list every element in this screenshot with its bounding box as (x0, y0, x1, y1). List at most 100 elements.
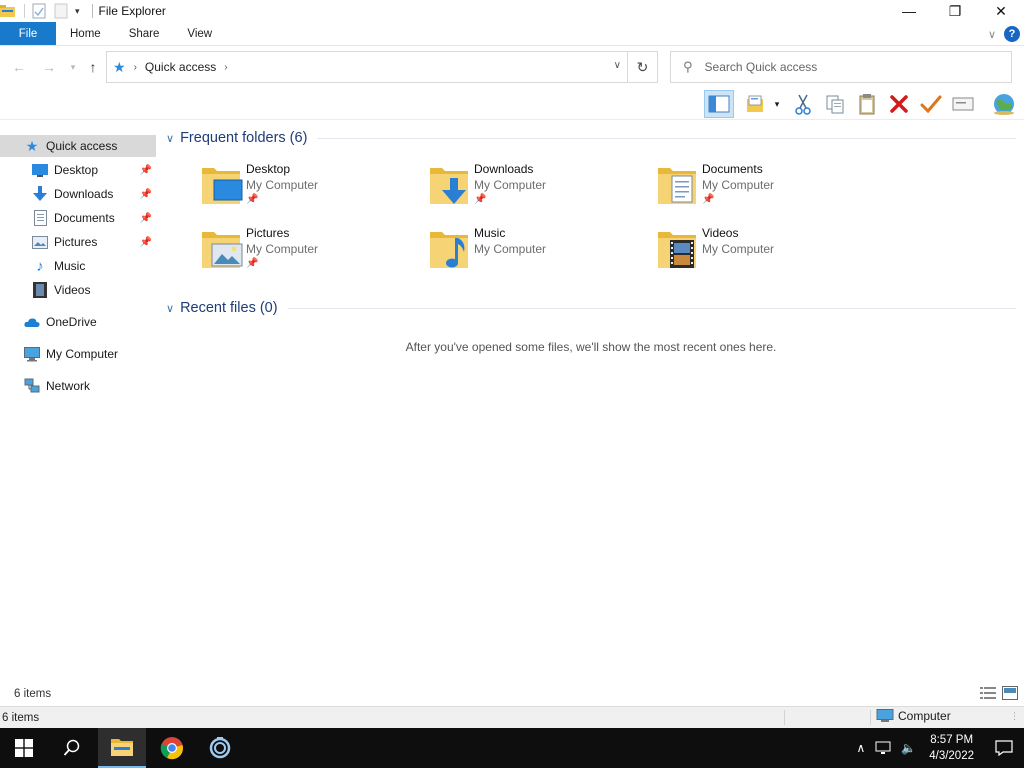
help-icon[interactable]: ? (1004, 26, 1020, 42)
documents-folder-icon (658, 168, 696, 204)
tab-view[interactable]: View (173, 22, 226, 45)
paste-button[interactable] (852, 90, 882, 118)
sidebar-item-my-computer[interactable]: My Computer (0, 343, 156, 365)
windows-logo-icon (15, 739, 33, 757)
collapse-chevron-icon[interactable]: ∨ (166, 132, 174, 145)
delete-button[interactable] (884, 90, 914, 118)
downloads-folder-icon (430, 168, 468, 204)
tab-file[interactable]: File (0, 22, 56, 45)
network-status-icon[interactable] (875, 741, 891, 755)
details-view-icon[interactable] (980, 686, 996, 700)
properties-icon[interactable] (31, 3, 47, 19)
command-toolbar: ▾ (0, 88, 1024, 120)
taskbar-chrome[interactable] (148, 728, 196, 768)
tab-home[interactable]: Home (56, 22, 115, 45)
scissors-icon (795, 94, 811, 115)
breadcrumb-quick-access[interactable]: Quick access (145, 60, 216, 74)
show-hidden-icons-icon[interactable]: ∧ (856, 741, 865, 755)
sidebar-item-music[interactable]: ♪ Music (0, 255, 156, 277)
folder-tile-music[interactable]: Music My Computer (428, 226, 648, 282)
folder-tile-pictures[interactable]: Pictures My Computer 📌 (200, 226, 420, 282)
search-input[interactable]: ⚲ Search Quick access (670, 51, 1012, 83)
sidebar-item-onedrive[interactable]: OneDrive (0, 311, 156, 333)
recent-locations-icon[interactable]: ▾ (62, 56, 84, 78)
rename-button[interactable] (916, 90, 946, 118)
pin-icon: 📌 (139, 212, 152, 224)
breadcrumb-separator-icon[interactable]: › (134, 62, 137, 73)
qat-customize-icon[interactable]: ▾ (75, 6, 80, 17)
app-ring-icon (209, 737, 231, 759)
system-tray: ∧ 🔈 8:57 PM 4/3/2022 (851, 728, 1024, 768)
properties-button[interactable] (948, 90, 978, 118)
refresh-button[interactable]: ↻ (627, 52, 657, 82)
breadcrumb-chevron-icon[interactable]: › (224, 62, 227, 73)
videos-folder-icon (658, 232, 696, 268)
copy-icon (826, 95, 844, 114)
items-count-bottom: 6 items (2, 711, 40, 724)
preview-pane-button[interactable] (704, 90, 734, 118)
copy-button[interactable] (820, 90, 850, 118)
start-button[interactable] (0, 728, 48, 768)
title-bar: ▾ File Explorer — ❐ ✕ (0, 0, 1024, 22)
sidebar-item-label: Network (46, 379, 91, 393)
pin-icon: 📌 (246, 194, 259, 205)
folder-location: My Computer (246, 178, 319, 192)
folder-tile-videos[interactable]: Videos My Computer (656, 226, 876, 282)
ribbon-tabs: File Home Share View ∨ ? (0, 22, 1024, 46)
paste-icon (859, 94, 875, 115)
folder-app-icon (0, 5, 15, 17)
sidebar-item-label: Desktop (54, 163, 99, 177)
folder-tile-downloads[interactable]: Downloads My Computer 📌 (428, 162, 648, 218)
address-dropdown-icon[interactable]: ∨ (614, 60, 621, 71)
computer-icon (24, 346, 40, 362)
cut-button[interactable] (788, 90, 818, 118)
tab-share[interactable]: Share (115, 22, 174, 45)
taskbar-search-button[interactable] (48, 728, 96, 768)
frequent-folders-header[interactable]: ∨ Frequent folders (6) (166, 126, 1016, 150)
folder-location: My Computer (702, 242, 775, 256)
new-folder-icon[interactable] (53, 3, 69, 19)
folder-tile-desktop[interactable]: Desktop My Computer 📌 (200, 162, 420, 218)
up-arrow-icon[interactable]: ↑ (82, 56, 104, 78)
sidebar-item-pictures[interactable]: Pictures 📌 (0, 231, 156, 253)
minimize-button[interactable]: — (886, 0, 932, 22)
document-icon (32, 210, 48, 226)
globe-button[interactable] (988, 90, 1020, 118)
window-status-bar: 6 items Computer ⋮ (0, 706, 1024, 728)
ribbon-expand-icon[interactable]: ∨ (988, 28, 996, 41)
sidebar-item-documents[interactable]: Documents 📌 (0, 207, 156, 229)
window-controls: — ❐ ✕ (886, 0, 1024, 22)
address-row: ← → ▾ ↑ ★ › Quick access › ∨ ↻ ⚲ Search … (0, 48, 1024, 86)
large-icons-view-icon[interactable] (1002, 686, 1018, 700)
sidebar-item-quick-access[interactable]: ★ Quick access (0, 135, 156, 157)
recent-files-header[interactable]: ∨ Recent files (0) (166, 296, 1016, 320)
desktop-folder-icon (202, 168, 243, 204)
clock[interactable]: 8:57 PM 4/3/2022 (929, 732, 974, 764)
cloud-icon (24, 314, 40, 330)
folder-tile-documents[interactable]: Documents My Computer 📌 (656, 162, 876, 218)
forward-arrow-icon[interactable]: → (38, 56, 60, 78)
pictures-folder-icon (202, 232, 243, 268)
resize-grip-icon[interactable]: ⋮ (1010, 711, 1020, 723)
address-bar[interactable]: ★ › Quick access › ∨ ↻ (106, 51, 658, 83)
status-divider (870, 710, 871, 725)
pin-icon: 📌 (474, 194, 487, 205)
taskbar-file-explorer[interactable] (98, 728, 146, 768)
maximize-button[interactable]: ❐ (932, 0, 978, 22)
back-arrow-icon[interactable]: ← (8, 56, 30, 78)
action-center-button[interactable] (984, 728, 1024, 768)
close-button[interactable]: ✕ (978, 0, 1024, 22)
sidebar-item-label: Music (54, 259, 86, 273)
sidebar-item-desktop[interactable]: Desktop 📌 (0, 159, 156, 181)
ribbon-right-controls: ∨ ? (988, 22, 1020, 46)
pin-icon: 📌 (246, 258, 259, 269)
volume-icon[interactable]: 🔈 (901, 741, 916, 755)
new-dropdown-icon[interactable]: ▾ (770, 90, 784, 118)
new-button[interactable] (742, 90, 770, 118)
sidebar-item-videos[interactable]: Videos (0, 279, 156, 301)
network-icon (24, 378, 40, 394)
collapse-chevron-icon[interactable]: ∨ (166, 302, 174, 315)
sidebar-item-network[interactable]: Network (0, 375, 156, 397)
taskbar-app[interactable] (196, 728, 244, 768)
sidebar-item-downloads[interactable]: Downloads 📌 (0, 183, 156, 205)
